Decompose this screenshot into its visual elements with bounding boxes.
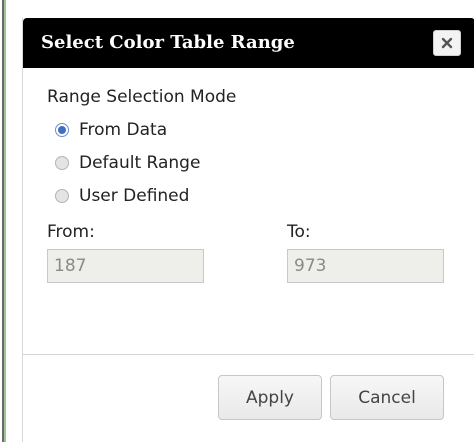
dialog-footer-divider: [23, 354, 474, 355]
radio-label-user-defined: User Defined: [79, 186, 190, 206]
radio-label-default-range: Default Range: [79, 153, 201, 173]
dialog-titlebar[interactable]: Select Color Table Range: [23, 18, 474, 68]
color-table-range-dialog: Select Color Table Range Range Selection…: [22, 18, 474, 442]
apply-button[interactable]: Apply: [218, 375, 322, 420]
cancel-button[interactable]: Cancel: [330, 375, 444, 420]
radio-button[interactable]: [55, 156, 69, 170]
radio-label-from-data: From Data: [79, 120, 168, 140]
radio-button[interactable]: [55, 189, 69, 203]
from-input[interactable]: 187: [47, 249, 204, 283]
dialog-title: Select Color Table Range: [41, 32, 295, 53]
radio-user-defined[interactable]: User Defined: [55, 184, 189, 208]
radio-from-data[interactable]: From Data: [55, 118, 167, 142]
radio-default-range[interactable]: Default Range: [55, 151, 200, 175]
from-label: From:: [47, 222, 95, 242]
range-selection-mode-label: Range Selection Mode: [47, 87, 237, 107]
radio-button-checked[interactable]: [55, 123, 69, 137]
background-edge-accent: [4, 0, 6, 442]
to-input[interactable]: 973: [287, 249, 444, 283]
close-x-icon: [441, 37, 453, 49]
close-button[interactable]: [433, 30, 461, 56]
to-label: To:: [287, 222, 311, 242]
